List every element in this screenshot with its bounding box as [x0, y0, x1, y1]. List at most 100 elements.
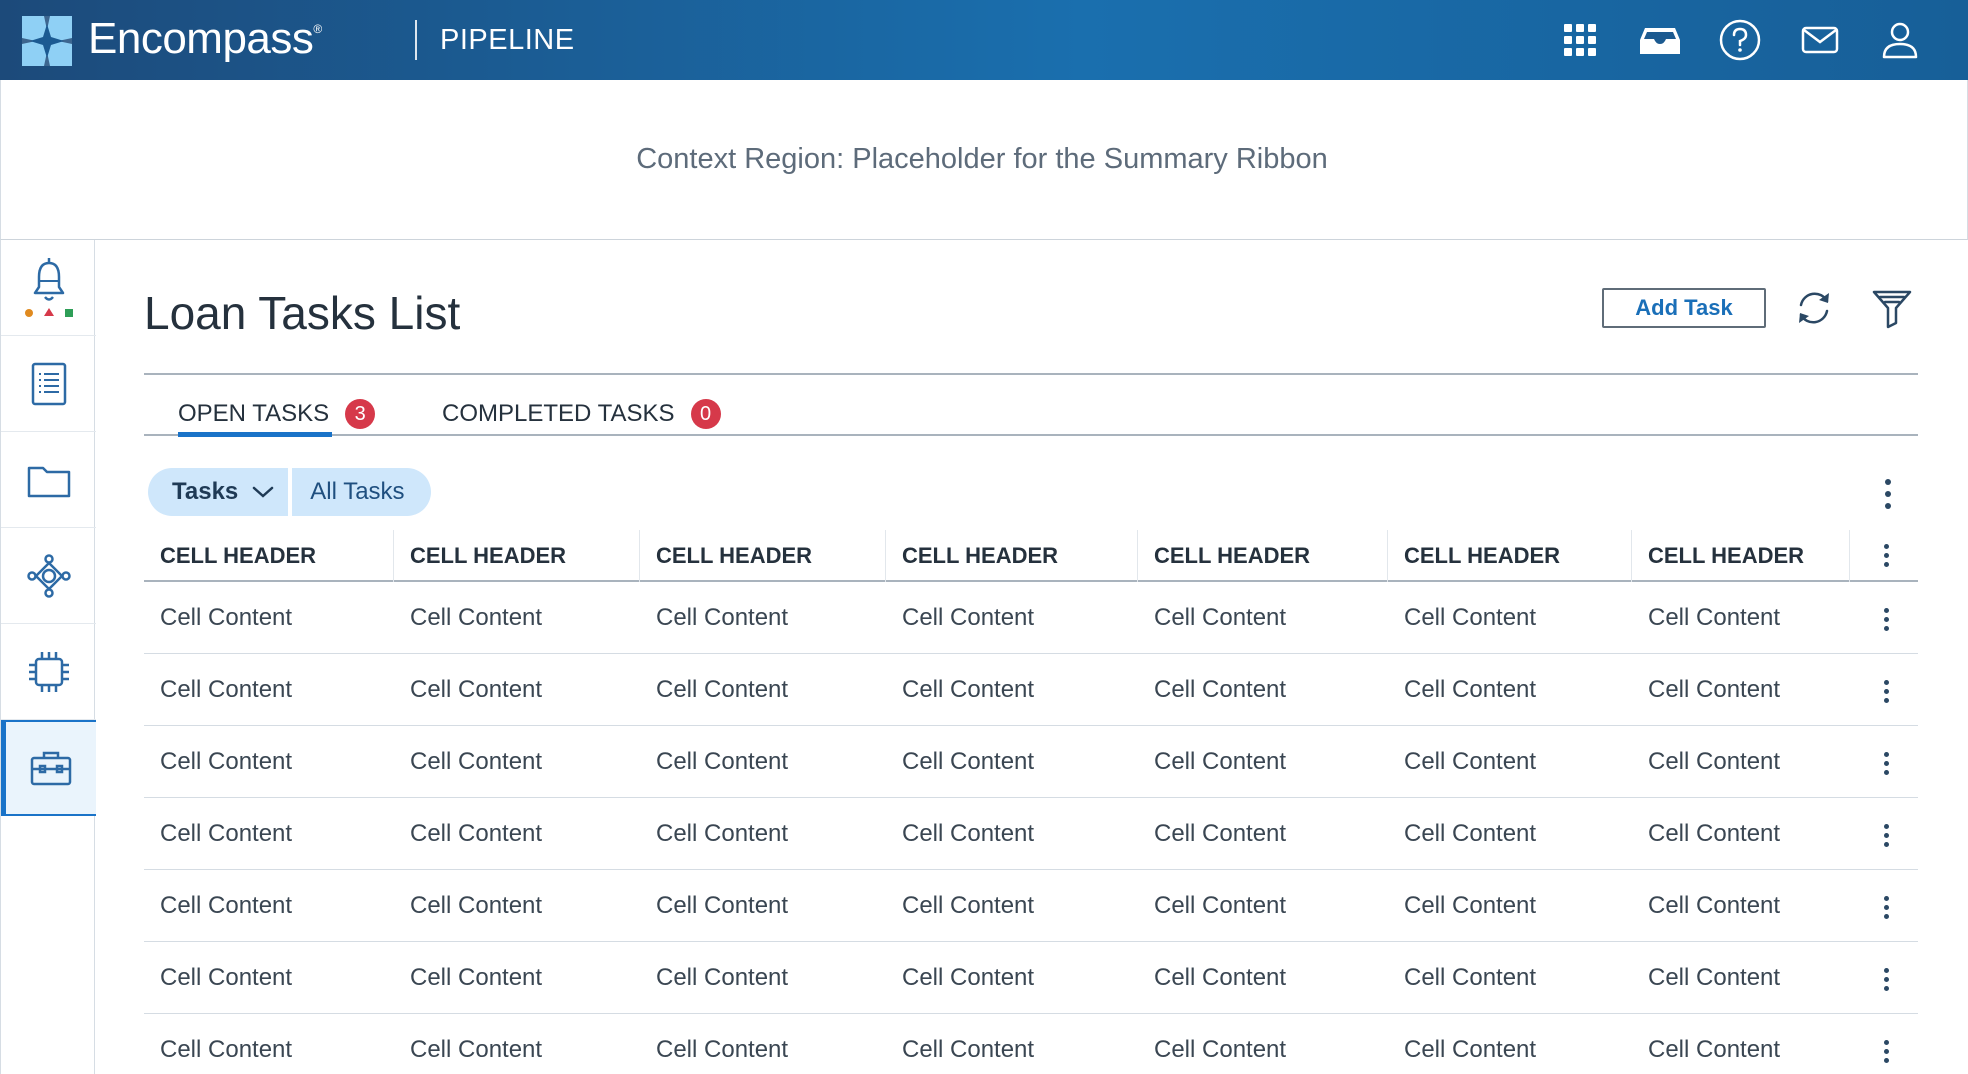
table-row[interactable]: Cell Content Cell Content Cell Content Cell…	[144, 654, 1918, 726]
open-tasks-count-badge: 3	[345, 399, 376, 429]
table-cell: Cell Content	[1154, 820, 1287, 847]
column-header[interactable]: CELL HEADER	[394, 530, 640, 582]
column-header[interactable]: CELL HEADER	[886, 530, 1138, 582]
filter-icon[interactable]	[1868, 284, 1916, 332]
top-bar: Encompass® PIPELINE	[0, 0, 1968, 80]
task-type-dropdown[interactable]: Tasks	[148, 468, 289, 516]
table-cell: Cell Content	[160, 820, 293, 847]
column-header[interactable]: CELL HEADER	[1632, 530, 1850, 582]
active-tab-indicator	[178, 432, 332, 437]
table-cell: Cell Content	[656, 820, 789, 847]
table-cell: Cell Content	[410, 964, 543, 991]
table-cell: Cell Content	[1648, 604, 1781, 631]
table-cell: Cell Content	[1404, 820, 1537, 847]
table-cell: Cell Content	[410, 1036, 543, 1063]
table-cell: Cell Content	[1404, 892, 1537, 919]
task-filter-value[interactable]: All Tasks	[292, 468, 431, 516]
alert-square-green	[64, 308, 73, 317]
brand-name: Encompass®	[88, 14, 322, 64]
tab-completed-tasks[interactable]: COMPLETED TASKS 0	[442, 392, 721, 436]
table-cell: Cell Content	[1404, 676, 1537, 703]
table-cell: Cell Content	[1648, 892, 1781, 919]
table-cell: Cell Content	[902, 892, 1035, 919]
table-cell: Cell Content	[1648, 820, 1781, 847]
title-divider	[144, 373, 1918, 375]
column-options-icon[interactable]	[1876, 544, 1896, 567]
table-cell: Cell Content	[902, 604, 1035, 631]
inbox-tray-icon[interactable]	[1638, 18, 1682, 62]
help-icon[interactable]	[1718, 18, 1762, 62]
task-type-label: Tasks	[172, 478, 239, 505]
table-row[interactable]: Cell Content Cell Content Cell Content Cell…	[144, 1014, 1918, 1074]
user-icon[interactable]	[1878, 18, 1922, 62]
tasks-table: CELL HEADER CELL HEADER CELL HEADER CELL HE…	[144, 530, 1918, 1074]
table-cell: Cell Content	[1154, 676, 1287, 703]
services-network-icon	[26, 553, 71, 598]
alert-dot-orange	[24, 308, 33, 317]
row-actions-icon[interactable]	[1876, 1040, 1896, 1063]
table-cell: Cell Content	[1154, 964, 1287, 991]
row-actions-icon[interactable]	[1876, 968, 1896, 991]
trademark: ®	[313, 22, 322, 36]
context-placeholder-text: Context Region: Placeholder for the Summ…	[636, 143, 1328, 175]
table-cell: Cell Content	[410, 892, 543, 919]
tab-open-tasks-label: OPEN TASKS	[178, 400, 330, 427]
table-cell: Cell Content	[1404, 964, 1537, 991]
table-row[interactable]: Cell Content Cell Content Cell Content Cell…	[144, 726, 1918, 798]
table-cell: Cell Content	[410, 676, 543, 703]
table-cell: Cell Content	[656, 748, 789, 775]
table-cell: Cell Content	[1404, 604, 1537, 631]
more-options-icon[interactable]	[1878, 474, 1898, 514]
completed-tasks-count-badge: 0	[690, 399, 721, 429]
table-cell: Cell Content	[902, 1036, 1035, 1063]
rail-item-services[interactable]	[1, 528, 96, 624]
brand-text: Encompass	[88, 14, 314, 63]
table-row[interactable]: Cell Content Cell Content Cell Content Cell…	[144, 870, 1918, 942]
table-row[interactable]: Cell Content Cell Content Cell Content Cell…	[144, 942, 1918, 1014]
table-cell: Cell Content	[1648, 676, 1781, 703]
row-actions-icon[interactable]	[1876, 824, 1896, 847]
table-cell: Cell Content	[1154, 1036, 1287, 1063]
table-cell: Cell Content	[160, 676, 293, 703]
table-cell: Cell Content	[1154, 892, 1287, 919]
table-cell: Cell Content	[1154, 604, 1287, 631]
app-title: PIPELINE	[440, 24, 575, 56]
table-row[interactable]: Cell Content Cell Content Cell Content Cell…	[144, 798, 1918, 870]
table-cell: Cell Content	[656, 1036, 789, 1063]
table-cell: Cell Content	[902, 748, 1035, 775]
column-header[interactable]: CELL HEADER	[1138, 530, 1388, 582]
rail-item-documents[interactable]	[1, 432, 96, 528]
table-cell: Cell Content	[1404, 1036, 1537, 1063]
alert-triangle-red	[43, 307, 54, 316]
row-actions-icon[interactable]	[1876, 896, 1896, 919]
refresh-icon[interactable]	[1790, 284, 1838, 332]
apps-grid-icon[interactable]	[1558, 18, 1602, 62]
rail-item-alerts[interactable]	[1, 240, 96, 336]
table-cell: Cell Content	[160, 604, 293, 631]
row-actions-icon[interactable]	[1876, 680, 1896, 703]
table-cell: Cell Content	[410, 748, 543, 775]
column-header[interactable]: CELL HEADER	[144, 530, 394, 582]
table-cell: Cell Content	[902, 964, 1035, 991]
table-cell: Cell Content	[410, 604, 543, 631]
table-row[interactable]: Cell Content Cell Content Cell Content Cell…	[144, 582, 1918, 654]
forms-list-icon	[31, 362, 66, 405]
table-cell: Cell Content	[902, 676, 1035, 703]
table-cell: Cell Content	[656, 892, 789, 919]
table-cell: Cell Content	[1648, 748, 1781, 775]
mail-icon[interactable]	[1798, 18, 1842, 62]
row-actions-icon[interactable]	[1876, 608, 1896, 631]
alerts-bell-icon	[24, 257, 73, 317]
rail-item-integrations[interactable]	[1, 624, 96, 720]
row-actions-icon[interactable]	[1876, 752, 1896, 775]
tab-open-tasks[interactable]: OPEN TASKS 3	[178, 392, 376, 436]
table-cell: Cell Content	[1648, 1036, 1781, 1063]
briefcase-icon	[30, 751, 72, 786]
context-region: Context Region: Placeholder for the Summ…	[0, 80, 1968, 240]
column-header[interactable]: CELL HEADER	[640, 530, 886, 582]
rail-item-tasks[interactable]	[1, 720, 96, 816]
table-cell: Cell Content	[1154, 748, 1287, 775]
rail-item-forms[interactable]	[1, 336, 96, 432]
column-header[interactable]: CELL HEADER	[1388, 530, 1632, 582]
add-task-button[interactable]: Add Task	[1602, 288, 1766, 328]
